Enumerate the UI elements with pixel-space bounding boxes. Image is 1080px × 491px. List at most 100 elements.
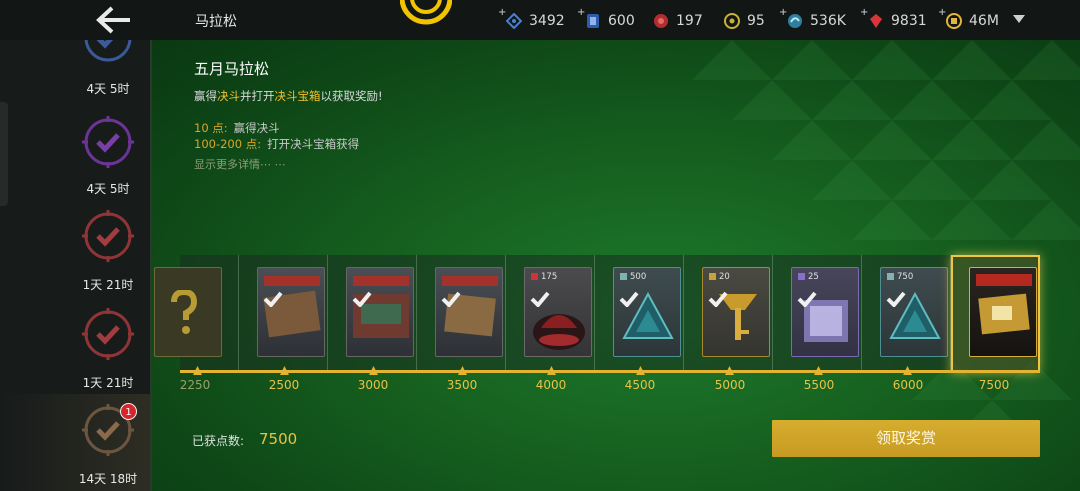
resource-cards[interactable]: + 600: [577, 7, 635, 31]
back-arrow-icon[interactable]: [92, 4, 136, 36]
milestone-marker-icon: [369, 366, 378, 375]
reward-tile-7500-selected[interactable]: [951, 255, 1040, 373]
reward-qty-value: 25: [808, 272, 819, 282]
check-icon: [352, 291, 372, 307]
side-drawer-tab[interactable]: [0, 102, 8, 206]
game-logo-icon: [400, 0, 452, 25]
rule-row: 10 点: 赢得决斗: [194, 120, 280, 136]
question-mark-icon: [171, 290, 198, 334]
reward-qty-value: 175: [541, 272, 558, 282]
event-badge-icon: [82, 308, 134, 360]
resource-value: 95: [747, 13, 765, 29]
event-time: 4天 5时: [86, 82, 130, 96]
milestone-label: 6000: [892, 378, 924, 392]
milestone-marker-icon: [547, 366, 556, 375]
event-badge-icon: [82, 210, 134, 262]
resource-blueprints[interactable]: + 3492: [498, 7, 565, 31]
red-token-icon: [653, 13, 669, 29]
crate-icon: [798, 273, 805, 280]
event-badge-icon: [82, 116, 134, 168]
check-icon: [886, 291, 906, 307]
reward-quantity: 175: [531, 272, 557, 282]
event-title: 五月马拉松: [194, 60, 270, 78]
reward-tile-4000[interactable]: 175: [506, 255, 595, 373]
reward-tile-4500[interactable]: 500: [595, 255, 684, 373]
sidebar-event-3[interactable]: 1天 21时: [60, 298, 152, 396]
triangle-shard-icon: [620, 273, 627, 280]
reward-tile-6000[interactable]: 750: [862, 255, 951, 373]
reward-tile-3500[interactable]: [417, 255, 506, 373]
earned-points-value: 7500: [259, 430, 298, 448]
reward-quantity: 20: [709, 272, 730, 282]
resource-value: 197: [676, 13, 703, 29]
resource-value: 46M: [969, 13, 999, 29]
claim-reward-button[interactable]: 领取奖赏: [772, 420, 1040, 457]
milestone-marker-icon: [725, 366, 734, 375]
event-time: 4天 5时: [86, 182, 130, 196]
chest-card: [257, 267, 325, 357]
milestone-label: 5500: [803, 378, 835, 392]
rule-text: 打开决斗宝箱获得: [267, 137, 360, 151]
sidebar-event-4-active[interactable]: 1 14天 18时: [0, 394, 152, 491]
reward-quantity: 25: [798, 272, 819, 282]
show-more-details-link[interactable]: 显示更多详情⋯ ⋯: [194, 156, 286, 172]
reward-quantity: 500: [620, 272, 646, 282]
rule-text: 赢得决斗: [233, 121, 280, 135]
triangle-card: 500: [613, 267, 681, 357]
reward-qty-value: 20: [719, 272, 730, 282]
key-card: 20: [702, 267, 770, 357]
milestone-marker-icon: [814, 366, 823, 375]
earned-points-label: 已获点数:: [192, 434, 245, 448]
card-banner: [264, 276, 320, 286]
event-panel: 五月马拉松 赢得决斗并打开决斗宝箱以获取奖励! 10 点: 赢得决斗 100-20…: [152, 40, 1080, 491]
reward-tile-2250[interactable]: [152, 255, 239, 373]
notification-badge: 1: [120, 403, 137, 420]
event-badge-icon: [84, 40, 132, 62]
resource-value: 600: [608, 13, 635, 29]
reward-tile-5500[interactable]: 25: [773, 255, 862, 373]
chest-image: [361, 304, 401, 324]
milestone-label: 3000: [357, 378, 389, 392]
triangle-card: 750: [880, 267, 948, 357]
triangle-shard-icon: [887, 273, 894, 280]
rule-points: 10 点:: [194, 121, 228, 135]
resource-value: 536K: [810, 13, 846, 29]
check-icon: [708, 291, 728, 307]
rule-row: 100-200 点: 打开决斗宝箱获得: [194, 136, 359, 152]
milestone-label: 2250: [179, 378, 211, 392]
reward-tile-5000[interactable]: 20: [684, 255, 773, 373]
desc-highlight-chest: 决斗宝箱: [274, 89, 321, 103]
resource-red-tokens[interactable]: 197: [653, 11, 703, 31]
event-time: 1天 21时: [82, 376, 134, 390]
card-banner: [442, 276, 498, 286]
reward-tile-3000[interactable]: [328, 255, 417, 373]
event-sidebar: 4天 5时 4天 5时 1天 21时 1天 21时 1 14天 18时: [0, 40, 152, 491]
resource-rubies[interactable]: + 9831: [860, 7, 927, 31]
reward-track: 175 500 20 25 750: [154, 255, 1040, 375]
resource-coins[interactable]: + 46M: [938, 7, 999, 31]
bag-card: 175: [524, 267, 592, 357]
desc-text: 赢得: [194, 89, 217, 103]
chevron-down-icon[interactable]: [1012, 14, 1026, 24]
chest-image: [992, 306, 1012, 320]
chest-card: [435, 267, 503, 357]
check-icon: [441, 291, 461, 307]
milestone-marker-icon: [280, 366, 289, 375]
milestone-label: 4000: [535, 378, 567, 392]
sidebar-event-0[interactable]: 4天 5时: [60, 40, 152, 100]
event-description: 赢得决斗并打开决斗宝箱以获取奖励!: [194, 88, 383, 104]
rule-points: 100-200 点:: [194, 137, 262, 151]
resource-gears[interactable]: 95: [724, 11, 765, 31]
card-banner: [976, 274, 1032, 286]
resource-swirl[interactable]: + 536K: [779, 7, 846, 31]
blueprint-icon: +: [498, 7, 523, 30]
milestone-marker-icon: [636, 366, 645, 375]
check-icon: [797, 291, 817, 307]
mystery-reward-card: [154, 267, 222, 357]
sidebar-event-1[interactable]: 4天 5时: [60, 102, 152, 200]
sidebar-event-2[interactable]: 1天 21时: [60, 200, 152, 298]
ruby-icon: +: [860, 7, 884, 29]
reward-tile-2500[interactable]: [239, 255, 328, 373]
milestone-marker-icon: [458, 366, 467, 375]
check-icon: [530, 291, 550, 307]
